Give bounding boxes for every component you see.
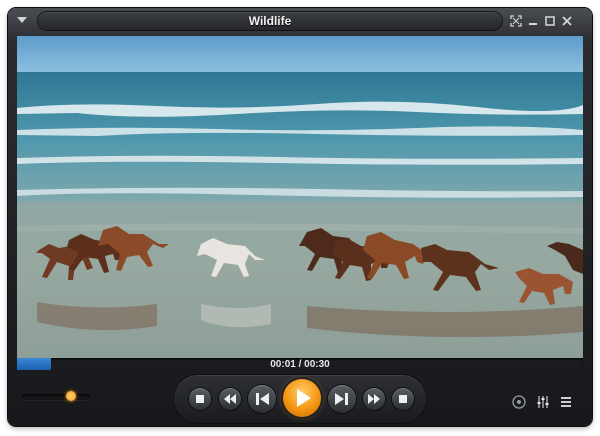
menu-arrow-icon[interactable] [17,17,27,23]
stop-icon [196,395,204,403]
title-bar[interactable]: Wildlife [8,8,592,34]
open-file-icon [399,395,407,403]
close-icon[interactable] [561,15,573,27]
volume-knob[interactable] [65,391,76,401]
options-icon[interactable] [511,394,527,410]
fast-forward-icon [368,394,380,404]
title-pill: Wildlife [38,12,502,30]
timecode: 00:01 / 00:30 [270,359,330,370]
volume-slider[interactable] [22,391,90,401]
rewind-button[interactable] [219,388,241,410]
stop-button[interactable] [189,388,211,410]
minimize-icon[interactable] [527,15,539,27]
open-file-button[interactable] [392,388,414,410]
rewind-icon [224,394,236,404]
video-frame[interactable] [17,36,583,358]
maximize-icon[interactable] [544,15,556,27]
player-window: Wildlife 00:01 / 00:30 [8,8,592,426]
equalizer-icon[interactable] [535,394,551,410]
next-button[interactable] [328,385,356,413]
previous-icon [256,393,269,405]
play-button[interactable] [283,379,321,417]
play-icon [297,389,311,407]
window-title: Wildlife [248,14,292,28]
transport-controls [174,375,426,423]
previous-button[interactable] [248,385,276,413]
control-bar [8,372,592,426]
video-image [17,36,583,358]
playlist-icon[interactable] [558,394,574,410]
fullscreen-icon[interactable] [510,15,522,27]
next-icon [335,393,348,405]
fast-forward-button[interactable] [363,388,385,410]
